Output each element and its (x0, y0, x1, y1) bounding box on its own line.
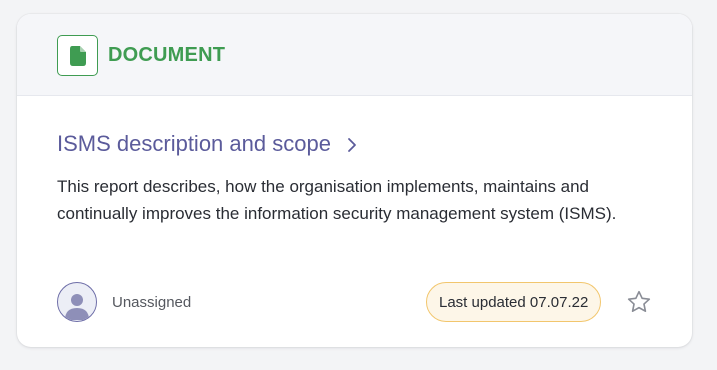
document-title[interactable]: ISMS description and scope (57, 130, 331, 158)
document-icon (57, 35, 98, 76)
document-type-label: DOCUMENT (108, 44, 226, 66)
user-avatar-icon[interactable] (57, 282, 97, 322)
card-header: DOCUMENT (17, 14, 692, 96)
document-card: DOCUMENT ISMS description and scope This… (17, 14, 692, 347)
assignee-label: Unassigned (112, 293, 192, 311)
document-title-link[interactable]: ISMS description and scope (57, 130, 357, 158)
chevron-right-icon[interactable] (347, 137, 357, 153)
document-description: This report describes, how the organisat… (57, 177, 617, 223)
last-updated-badge: Last updated 07.07.22 (426, 282, 602, 322)
star-icon[interactable] (626, 289, 652, 315)
assignee-section[interactable]: Unassigned (57, 282, 191, 322)
